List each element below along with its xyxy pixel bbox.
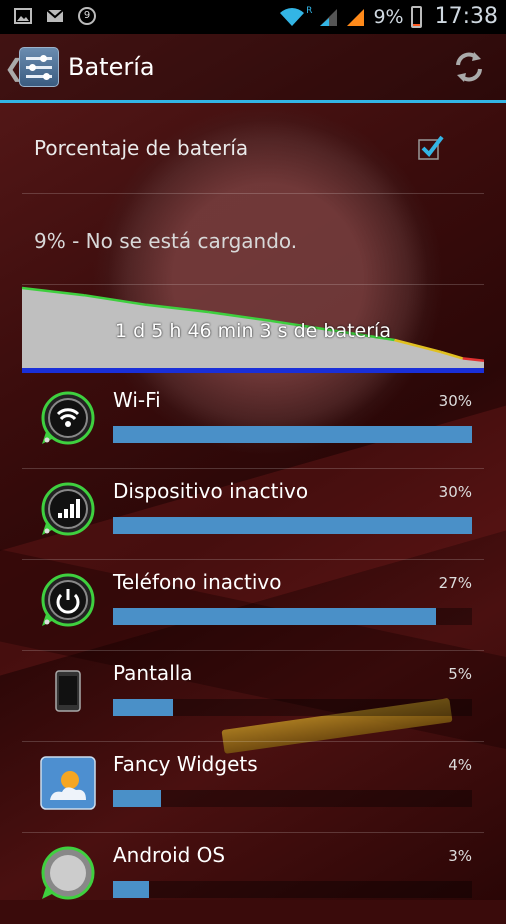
usage-percent: 27% xyxy=(438,574,472,592)
battery-duration-label: 1 d 5 h 46 min 3 s de batería xyxy=(115,320,391,342)
roaming-indicator: R xyxy=(306,5,313,16)
weather-widget-icon xyxy=(40,756,96,810)
action-bar: ❮ Batería xyxy=(0,34,506,100)
usage-bar-fill xyxy=(113,699,173,716)
usage-percent: 30% xyxy=(438,483,472,501)
percentage-checkbox[interactable] xyxy=(418,134,444,160)
clock: 17:38 xyxy=(434,4,498,29)
divider xyxy=(22,193,484,194)
usage-item[interactable]: Fancy Widgets 4% xyxy=(0,742,506,833)
usage-bar-track xyxy=(113,699,472,716)
image-icon xyxy=(14,8,32,24)
usage-percent: 4% xyxy=(448,756,472,774)
usage-item[interactable]: Dispositivo inactivo 30% xyxy=(0,469,506,560)
battery-status-text: 9% - No se está cargando. xyxy=(34,229,298,253)
page-title: Batería xyxy=(68,53,155,81)
signal-bars-icon xyxy=(41,482,95,536)
gmail-icon xyxy=(46,9,64,22)
usage-bar-track xyxy=(113,426,472,443)
usage-item[interactable]: Teléfono inactivo 27% xyxy=(0,560,506,651)
usage-name: Pantalla xyxy=(113,661,193,685)
power-icon xyxy=(41,573,95,627)
phone-screen-icon xyxy=(55,670,81,712)
notification-count-icon: 9 xyxy=(78,7,96,25)
usage-bar-fill xyxy=(113,426,472,443)
usage-bar-fill xyxy=(113,517,472,534)
usage-item[interactable]: Wi-Fi 30% xyxy=(0,378,506,469)
signal-roaming-icon xyxy=(320,8,338,26)
status-bar: 9 R 9% 17:38 xyxy=(0,0,506,34)
battery-history-chart[interactable]: 1 d 5 h 46 min 3 s de batería xyxy=(21,284,485,378)
usage-percent: 30% xyxy=(438,392,472,410)
settings-sliders-icon[interactable] xyxy=(19,47,59,87)
usage-bar-track xyxy=(113,608,472,625)
battery-percent: 9% xyxy=(373,5,404,28)
usage-name: Dispositivo inactivo xyxy=(113,479,309,503)
usage-bar-track xyxy=(113,790,472,807)
usage-bar-fill xyxy=(113,790,161,807)
usage-bar-track xyxy=(113,517,472,534)
usage-item[interactable]: Pantalla 5% xyxy=(0,651,506,742)
usage-name: Wi-Fi xyxy=(113,388,161,412)
usage-name: Fancy Widgets xyxy=(113,752,258,776)
refresh-icon[interactable] xyxy=(450,48,488,86)
usage-item[interactable]: Android OS 3% xyxy=(0,833,506,924)
usage-name: Teléfono inactivo xyxy=(113,570,282,594)
usage-bar-track xyxy=(113,881,472,898)
charging-baseline xyxy=(22,368,484,373)
action-bar-divider xyxy=(0,100,506,103)
wifi-icon xyxy=(41,391,95,445)
percentage-setting-label: Porcentaje de batería xyxy=(34,136,249,160)
battery-icon xyxy=(410,5,422,28)
signal-icon xyxy=(347,8,365,26)
usage-bar-fill xyxy=(113,881,149,898)
usage-percent: 3% xyxy=(448,847,472,865)
usage-percent: 5% xyxy=(448,665,472,683)
android-os-icon xyxy=(41,846,95,900)
wifi-icon xyxy=(280,7,305,26)
usage-list: Wi-Fi 30% Dispositivo inactivo 30% Teléf… xyxy=(0,378,506,900)
usage-bar-fill xyxy=(113,608,437,625)
usage-name: Android OS xyxy=(113,843,226,867)
